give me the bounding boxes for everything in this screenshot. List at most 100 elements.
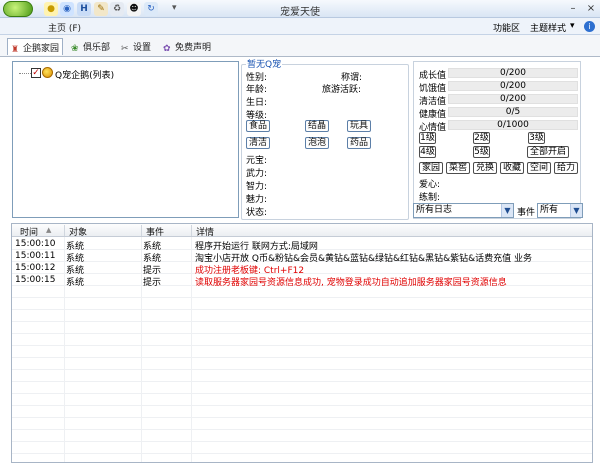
food-button[interactable]: 食品 <box>246 120 270 132</box>
train-label: 练制: <box>419 193 441 203</box>
theme-dropdown-icon[interactable]: ▾ <box>570 21 575 31</box>
bulb-icon[interactable]: ● <box>44 2 58 16</box>
log-cell-time: 15:00:15 <box>15 275 56 285</box>
event-filter-value: 所有 <box>540 205 559 215</box>
exchange-button[interactable]: 兑换 <box>473 162 497 174</box>
window-title: 宠爱天使 <box>280 7 320 18</box>
clean-button[interactable]: 清洁 <box>246 137 270 149</box>
level4-button[interactable]: 4级 <box>419 146 436 158</box>
app-logo-icon[interactable] <box>3 1 33 17</box>
status-label: 状态: <box>246 208 268 218</box>
yuanbao-label: 元宝: <box>246 156 268 166</box>
medicine-button[interactable]: 药品 <box>347 137 371 149</box>
home-button[interactable]: 家园 <box>419 162 443 174</box>
menu-bar: 主页 (F) 功能区 主题样式 ▾ i <box>0 18 600 35</box>
log-cell-time: 15:00:10 <box>15 239 56 249</box>
log-cell-time: 15:00:12 <box>15 263 56 273</box>
tab-label: 企鹅家园 <box>23 44 60 54</box>
table-row[interactable]: 15:00:12 系统 提示 成功注册老板键: Ctrl+F12 <box>12 262 592 276</box>
log-table[interactable]: 时间 ▲ 对象 事件 详情 15:00:10 系统 系统 程序开始运行 联网方式:局域… <box>11 223 593 463</box>
level3-button[interactable]: 3级 <box>528 132 545 144</box>
globe-icon[interactable]: ◉ <box>60 2 74 16</box>
pet-tree-panel[interactable]: ✓ Q宠企鹅(列表) <box>12 61 239 218</box>
charm-label: 魅力: <box>246 195 268 205</box>
birthday-label: 生日: <box>246 98 268 108</box>
hunger-label: 饥饿值 <box>419 84 447 94</box>
health-bar: 0/5 <box>448 107 578 117</box>
hunger-bar: 0/200 <box>448 81 578 91</box>
log-filter-value: 所有日志 <box>416 205 453 215</box>
power-button[interactable]: 给力 <box>554 162 578 174</box>
toolbar-overflow-icon[interactable]: ▾ <box>172 3 177 13</box>
tab-disclaimer[interactable]: ✿ 免费声明 <box>160 38 216 55</box>
log-cell-object: 系统 <box>66 278 85 288</box>
pet-icon <box>42 67 53 78</box>
collect-button[interactable]: 收藏 <box>500 162 524 174</box>
grid-line <box>12 369 592 370</box>
column-event[interactable]: 事件 <box>146 225 164 238</box>
grid-line <box>12 453 592 454</box>
force-label: 武力: <box>246 169 268 179</box>
toy-button[interactable]: 玩具 <box>347 120 371 132</box>
chevron-down-icon: ▼ <box>570 204 582 217</box>
event-filter-select[interactable]: 所有 ▼ <box>537 203 583 218</box>
grid-line <box>12 309 592 310</box>
table-row[interactable]: 15:00:10 系统 系统 程序开始运行 联网方式:局域网 <box>12 238 592 252</box>
tools-icon[interactable]: ✎ <box>94 2 108 16</box>
grid-line <box>12 381 592 382</box>
tab-penguin-home[interactable]: ♜ 企鹅家园 <box>7 38 63 55</box>
help-icon[interactable]: i <box>584 21 595 32</box>
cellar-button[interactable]: 菜窖 <box>446 162 470 174</box>
bubble-button[interactable]: 泡泡 <box>305 137 329 149</box>
close-button[interactable]: × <box>584 2 598 16</box>
table-row[interactable]: 15:00:15 系统 提示 读取服务器家园号资源信息成功, 宠物登录成功自动追加服务… <box>12 274 592 288</box>
level5-button[interactable]: 5级 <box>473 146 490 158</box>
level1-button[interactable]: 1级 <box>419 132 436 144</box>
chevron-down-icon: ▼ <box>501 204 513 217</box>
tree-item-checkbox[interactable]: ✓ <box>31 68 41 78</box>
tab-bar: ♜ 企鹅家园 ❀ 俱乐部 ✂ 设置 ✿ 免费声明 <box>0 35 600 57</box>
column-object[interactable]: 对象 <box>69 225 87 238</box>
column-detail[interactable]: 详情 <box>196 225 214 238</box>
menu-theme[interactable]: 主题样式 <box>530 21 566 34</box>
space-button[interactable]: 空间 <box>527 162 551 174</box>
grid-line <box>12 393 592 394</box>
log-filter-select[interactable]: 所有日志 ▼ <box>413 203 514 218</box>
growth-bar: 0/200 <box>448 68 578 78</box>
club-icon: ❀ <box>71 44 79 54</box>
grid-line <box>12 357 592 358</box>
sort-ascending-icon: ▲ <box>46 226 52 234</box>
grid-line <box>12 333 592 334</box>
penguin-icon[interactable]: ☻ <box>127 2 141 16</box>
bookmark-icon[interactable]: H <box>77 2 91 16</box>
health-label: 健康值 <box>419 110 447 120</box>
grid-line <box>12 405 592 406</box>
log-cell-time: 15:00:11 <box>15 251 56 261</box>
grid-line <box>12 441 592 442</box>
refresh-icon[interactable]: ↻ <box>144 2 158 16</box>
minimize-button[interactable]: – <box>566 2 580 16</box>
level2-button[interactable]: 2级 <box>473 132 490 144</box>
wrench-icon: ✂ <box>121 44 129 54</box>
age-label: 年龄: <box>246 85 268 95</box>
tab-settings[interactable]: ✂ 设置 <box>118 38 158 55</box>
tree-item-label[interactable]: Q宠企鹅(列表) <box>55 68 114 81</box>
cleanliness-label: 清洁值 <box>419 97 447 107</box>
table-row[interactable]: 15:00:11 系统 系统 淘宝小店开放 Q币&粉钻&会员&黄钻&蓝钻&绿钻&红钻&… <box>12 250 592 264</box>
menu-home[interactable]: 主页 (F) <box>48 21 81 34</box>
grid-line <box>12 417 592 418</box>
log-cell-detail: 读取服务器家园号资源信息成功, 宠物登录成功自动追加服务器家园号资源信息 <box>195 278 507 288</box>
crystal-button[interactable]: 结晶 <box>305 120 329 132</box>
tab-club[interactable]: ❀ 俱乐部 <box>68 38 118 55</box>
grid-line <box>12 345 592 346</box>
column-divider <box>141 225 142 236</box>
menu-function-area[interactable]: 功能区 <box>493 21 520 34</box>
column-time[interactable]: 时间 <box>20 225 38 238</box>
tab-label: 设置 <box>133 43 152 53</box>
enable-all-button[interactable]: 全部开启 <box>527 146 569 158</box>
love-label: 爱心: <box>419 180 441 190</box>
disclaimer-icon: ✿ <box>163 44 171 54</box>
tab-label: 免费声明 <box>175 43 212 53</box>
penguin-home-icon: ♜ <box>11 45 20 55</box>
recycle-icon[interactable]: ♻ <box>110 2 124 16</box>
